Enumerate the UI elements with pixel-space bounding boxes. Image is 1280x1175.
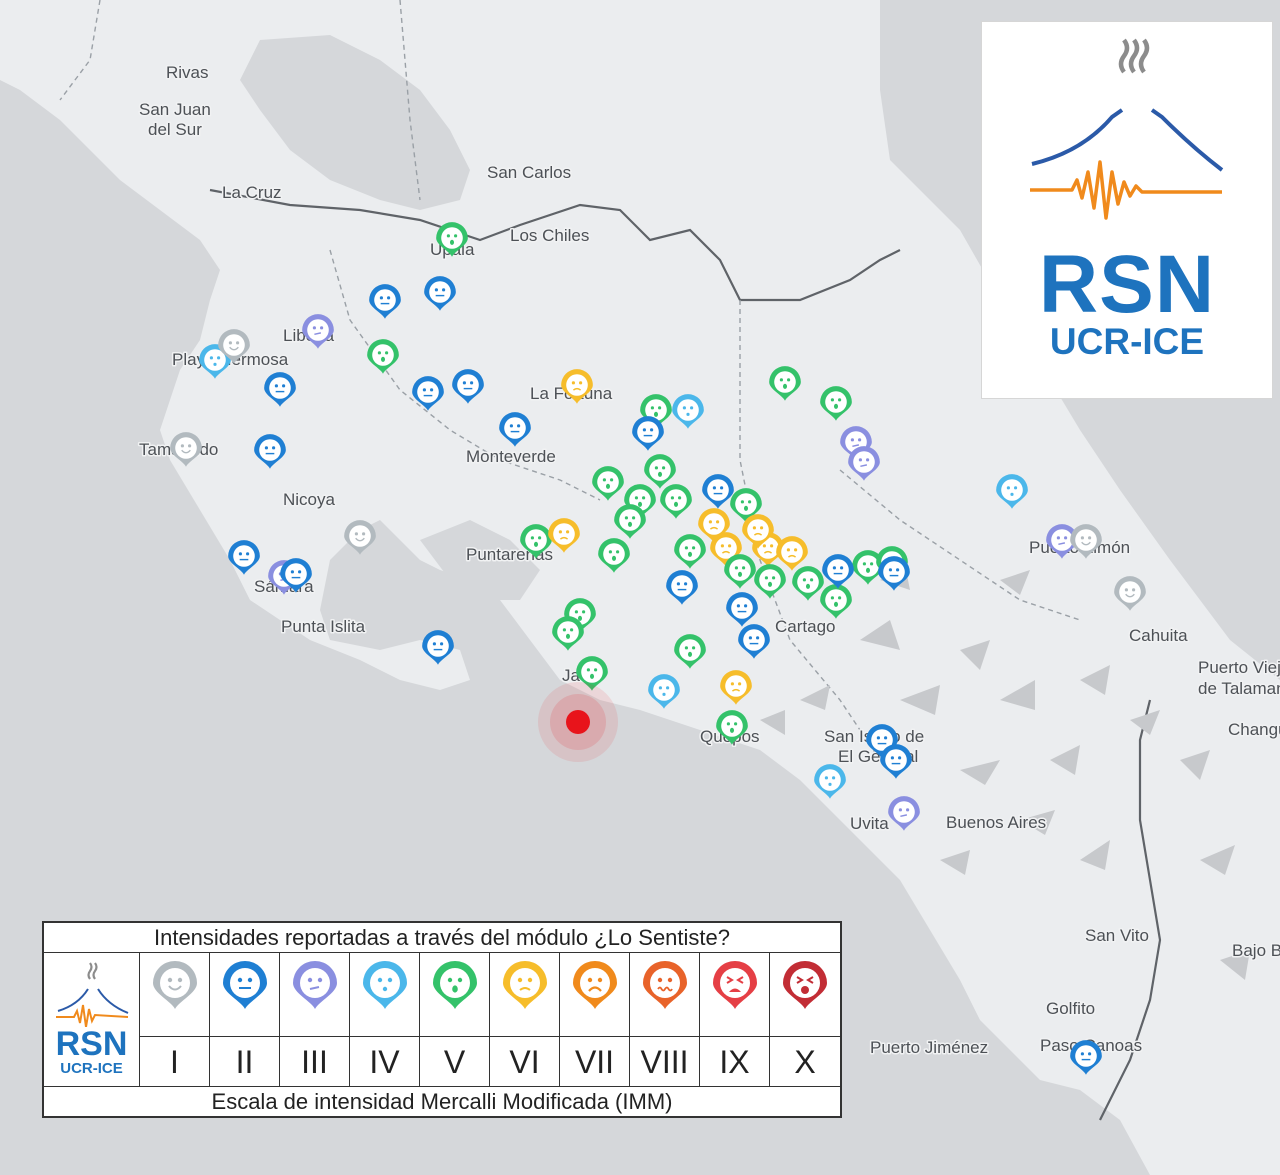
place-label: Cartago [775, 617, 835, 636]
legend-level-7: VII [560, 953, 630, 1086]
legend-level-9: IX [700, 953, 770, 1086]
place-label: Buenos Aires [946, 813, 1046, 832]
legend-footer: Escala de intensidad Mercalli Modificada… [44, 1086, 840, 1116]
place-label: Nicoya [283, 490, 336, 509]
legend-numeral: VIII [630, 1036, 699, 1086]
epicenter-marker[interactable] [538, 682, 618, 762]
intensity-pin-icon [293, 961, 337, 1009]
legend-numeral: IV [350, 1036, 419, 1086]
place-label: San Juan [139, 100, 211, 119]
legend-logo-title: RSN [55, 1025, 128, 1063]
place-label: La Cruz [222, 183, 282, 202]
legend-numeral: III [280, 1036, 349, 1086]
place-label: Monteverde [466, 447, 556, 466]
legend-logo: RSN UCR-ICE [44, 953, 140, 1086]
legend-numeral: X [770, 1036, 840, 1086]
intensity-pin-icon [713, 961, 757, 1009]
intensity-pin-icon [503, 961, 547, 1009]
legend-level-5: V [420, 953, 490, 1086]
legend-level-6: VI [490, 953, 560, 1086]
legend-level-1: I [140, 953, 210, 1086]
place-label: San Vito [1085, 926, 1149, 945]
rsn-logo: RSN UCR-ICE [981, 21, 1273, 399]
legend-level-2: II [210, 953, 280, 1086]
legend-title: Intensidades reportadas a través del mód… [44, 923, 840, 953]
place-label: Changuinola [1228, 720, 1280, 739]
intensity-pin-icon [433, 961, 477, 1009]
intensity-legend: Intensidades reportadas a través del mód… [42, 921, 842, 1118]
legend-numeral: VII [560, 1036, 629, 1086]
intensity-pin-icon [363, 961, 407, 1009]
intensity-pin-icon [643, 961, 687, 1009]
place-label: Bajo Boquete [1232, 941, 1280, 960]
place-label: Puerto Viejo [1198, 658, 1280, 677]
place-label: Uvita [850, 814, 889, 833]
place-label: Punta Islita [281, 617, 366, 636]
logo-title: RSN [1038, 239, 1216, 330]
place-label: San Carlos [487, 163, 571, 182]
legend-logo-subtitle: UCR-ICE [60, 1060, 123, 1077]
intensity-pin-icon [783, 961, 827, 1009]
place-label: Los Chiles [510, 226, 589, 245]
legend-numeral: II [210, 1036, 279, 1086]
place-label: Cahuita [1129, 626, 1188, 645]
intensity-pin-icon [223, 961, 267, 1009]
place-label: Puerto Jiménez [870, 1038, 988, 1057]
intensity-pin-icon [153, 961, 197, 1009]
intensity-pin-icon [573, 961, 617, 1009]
map-view[interactable]: Rivas San Juan del Sur La Cruz San Carlo… [0, 0, 1280, 1175]
place-label: Golfito [1046, 999, 1095, 1018]
logo-subtitle: UCR-ICE [1049, 321, 1205, 362]
legend-level-4: IV [350, 953, 420, 1086]
legend-numeral: IX [700, 1036, 769, 1086]
legend-level-10: X [770, 953, 840, 1086]
legend-level-3: III [280, 953, 350, 1086]
legend-level-8: VIII [630, 953, 700, 1086]
place-label: de Talamanca [1198, 679, 1280, 698]
place-label: del Sur [148, 120, 202, 139]
place-label: Rivas [166, 63, 209, 82]
legend-numeral: VI [490, 1036, 559, 1086]
legend-numeral: V [420, 1036, 489, 1086]
volcano-seismogram-icon [1030, 38, 1224, 220]
legend-numeral: I [140, 1036, 209, 1086]
volcano-seismogram-icon [56, 962, 129, 1027]
epicenter-dot [566, 710, 590, 734]
